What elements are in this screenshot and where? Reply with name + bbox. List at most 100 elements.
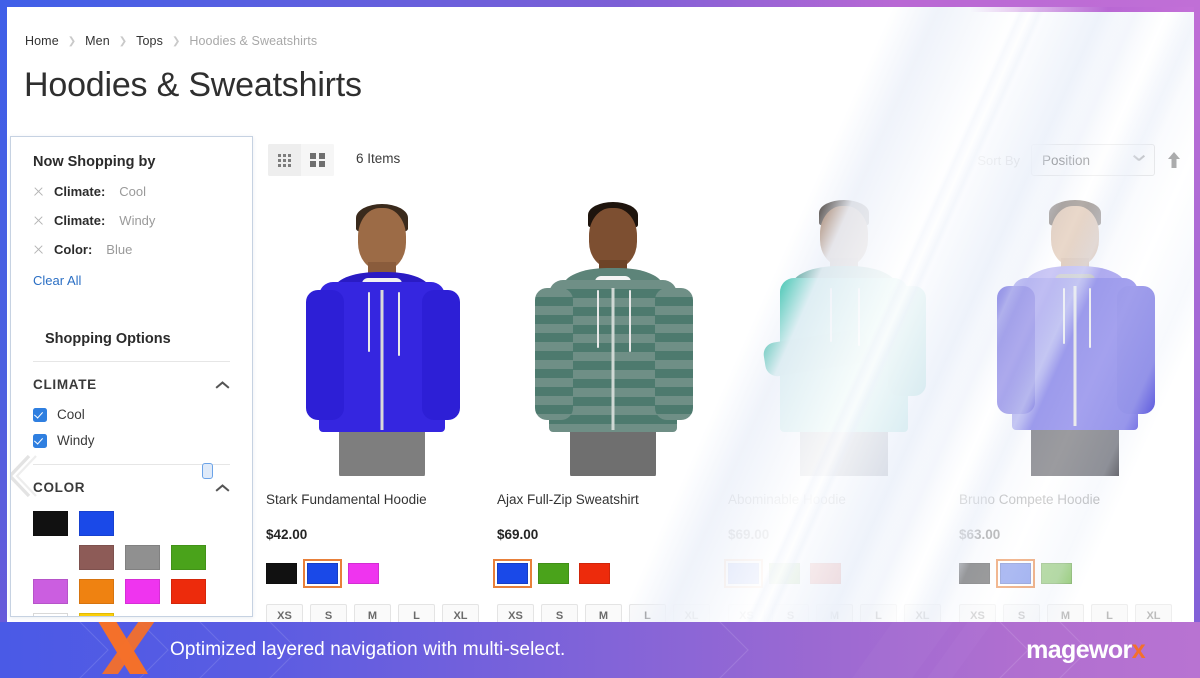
- chevron-right-icon: ❯: [118, 35, 128, 47]
- product-name[interactable]: Abominable Hoodie: [728, 492, 959, 507]
- checkbox-checked-icon[interactable]: [33, 407, 47, 422]
- color-swatch-gray[interactable]: [125, 545, 160, 570]
- breadcrumb-item-tops[interactable]: Tops: [136, 34, 163, 48]
- sort-by-select[interactable]: Position: [1031, 144, 1155, 176]
- product-swatch-blue-selected[interactable]: [493, 559, 532, 588]
- remove-filter-icon[interactable]: [33, 186, 44, 197]
- sort-by-value: Position: [1042, 152, 1091, 168]
- product-grid: Stark Fundamental Hoodie $42.00 XS S M L…: [266, 186, 1191, 628]
- chevron-up-icon[interactable]: [215, 483, 230, 492]
- active-filter-value: Cool: [119, 184, 147, 199]
- product-card[interactable]: Abominable Hoodie $69.00 XS S M L XL: [724, 186, 959, 628]
- product-swatch-blue-selected[interactable]: [303, 559, 342, 588]
- product-swatch-black[interactable]: [266, 563, 297, 584]
- brand-accent-letter: x: [1131, 635, 1146, 664]
- breadcrumb: Home ❯ Men ❯ Tops ❯ Hoodies & Sweatshirt…: [25, 34, 317, 48]
- color-swatch-orange[interactable]: [79, 579, 114, 604]
- chevron-right-icon: ❯: [67, 35, 77, 47]
- color-swatch-purple[interactable]: [33, 579, 68, 604]
- product-image[interactable]: [513, 186, 713, 476]
- page-title: Hoodies & Sweatshirts: [24, 66, 362, 104]
- product-swatch-red[interactable]: [810, 563, 841, 584]
- brand-name: mageworx: [1026, 635, 1146, 664]
- chevron-up-icon[interactable]: [215, 380, 230, 389]
- active-filter-climate-windy[interactable]: Climate: Windy: [33, 213, 230, 228]
- color-swatch-magenta[interactable]: [125, 579, 160, 604]
- product-price: $42.00: [266, 527, 308, 542]
- chevron-right-icon: ❯: [171, 35, 181, 47]
- color-swatch-black[interactable]: [33, 511, 68, 536]
- sort-direction-ascending-icon[interactable]: [1166, 150, 1182, 170]
- product-swatch-light-green[interactable]: [1041, 563, 1072, 584]
- banner-text: Optimized layered navigation with multi-…: [170, 639, 566, 660]
- grid-view-icon: [278, 153, 291, 167]
- product-color-swatches: [493, 559, 728, 588]
- mageworx-logo: mageworx: [1026, 622, 1145, 678]
- product-swatch-magenta[interactable]: [348, 563, 379, 584]
- filter-sidebar: Now Shopping by Climate: Cool Climate: W…: [10, 136, 253, 617]
- remove-filter-icon[interactable]: [33, 215, 44, 226]
- facet-option-cool[interactable]: Cool: [33, 407, 230, 422]
- active-filter-label: Climate:: [54, 184, 106, 199]
- product-swatch-green[interactable]: [538, 563, 569, 584]
- list-view-button[interactable]: [301, 144, 334, 176]
- now-shopping-title: Now Shopping by: [33, 154, 156, 170]
- breadcrumb-item-men[interactable]: Men: [85, 34, 110, 48]
- product-price: $69.00: [497, 527, 539, 542]
- chevron-down-icon: [1133, 157, 1144, 164]
- facet-color: COLOR: [11, 463, 252, 616]
- product-toolbar: 6 Items Sort By Position: [268, 144, 1182, 178]
- product-image[interactable]: [282, 186, 482, 476]
- product-name[interactable]: Bruno Compete Hoodie: [959, 492, 1190, 507]
- breadcrumb-item-current: Hoodies & Sweatshirts: [189, 34, 318, 48]
- color-swatch-yellow[interactable]: [79, 613, 114, 616]
- color-swatch-white[interactable]: [33, 613, 68, 616]
- facet-climate-header[interactable]: CLIMATE: [33, 362, 230, 396]
- color-swatch-brown[interactable]: [79, 545, 114, 570]
- checkbox-checked-icon[interactable]: [33, 433, 47, 448]
- grid-view-button[interactable]: [268, 144, 301, 176]
- active-filter-color-blue[interactable]: Color: Blue: [33, 242, 230, 257]
- collapse-sidebar-chevron-icon[interactable]: [10, 453, 41, 499]
- product-card[interactable]: Stark Fundamental Hoodie $42.00 XS S M L…: [266, 186, 497, 628]
- clear-all-link[interactable]: Clear All: [33, 273, 81, 288]
- color-swatch-green[interactable]: [171, 545, 206, 570]
- product-image[interactable]: [975, 186, 1175, 476]
- facet-option-label: Windy: [57, 433, 95, 448]
- breadcrumb-item-home[interactable]: Home: [25, 34, 59, 48]
- product-swatch-green[interactable]: [769, 563, 800, 584]
- sort-by-label: Sort By: [977, 152, 1020, 168]
- x-mark-icon: [98, 622, 155, 674]
- product-color-swatches: [266, 559, 497, 588]
- active-filter-value: Windy: [119, 213, 156, 228]
- product-swatch-dark-gray[interactable]: [959, 563, 990, 584]
- product-card[interactable]: Bruno Compete Hoodie $63.00 XS S M L XL: [959, 186, 1190, 628]
- color-swatch-grid: [33, 511, 233, 616]
- facet-option-windy[interactable]: Windy: [33, 433, 230, 448]
- view-mode-switch: [268, 144, 334, 176]
- right-border-accent: [1194, 0, 1200, 678]
- left-border-accent: [0, 0, 7, 678]
- product-swatch-blue-selected[interactable]: [996, 559, 1035, 588]
- shopping-options-title: Shopping Options: [45, 331, 171, 347]
- product-price: $63.00: [959, 527, 1001, 542]
- product-name[interactable]: Ajax Full-Zip Sweatshirt: [497, 492, 728, 507]
- product-image[interactable]: [744, 186, 944, 476]
- product-swatch-red[interactable]: [579, 563, 610, 584]
- product-name[interactable]: Stark Fundamental Hoodie: [266, 492, 497, 507]
- remove-filter-icon[interactable]: [33, 244, 44, 255]
- active-filter-label: Climate:: [54, 213, 106, 228]
- product-color-swatches: [959, 559, 1190, 588]
- facet-option-label: Cool: [57, 407, 85, 422]
- color-swatch-blue[interactable]: [79, 511, 114, 536]
- sort-controls: Sort By Position: [977, 144, 1182, 176]
- color-tooltip-indicator: [202, 463, 213, 479]
- active-filter-value: Blue: [106, 242, 133, 257]
- active-filter-climate-cool[interactable]: Climate: Cool: [33, 184, 230, 199]
- product-swatch-blue-selected[interactable]: [724, 559, 763, 588]
- color-swatch-red[interactable]: [171, 579, 206, 604]
- promo-banner: Optimized layered navigation with multi-…: [0, 622, 1200, 678]
- product-card[interactable]: Ajax Full-Zip Sweatshirt $69.00 XS S M L…: [493, 186, 728, 628]
- items-count: 6 Items: [356, 151, 401, 166]
- facet-color-header[interactable]: COLOR: [33, 463, 230, 499]
